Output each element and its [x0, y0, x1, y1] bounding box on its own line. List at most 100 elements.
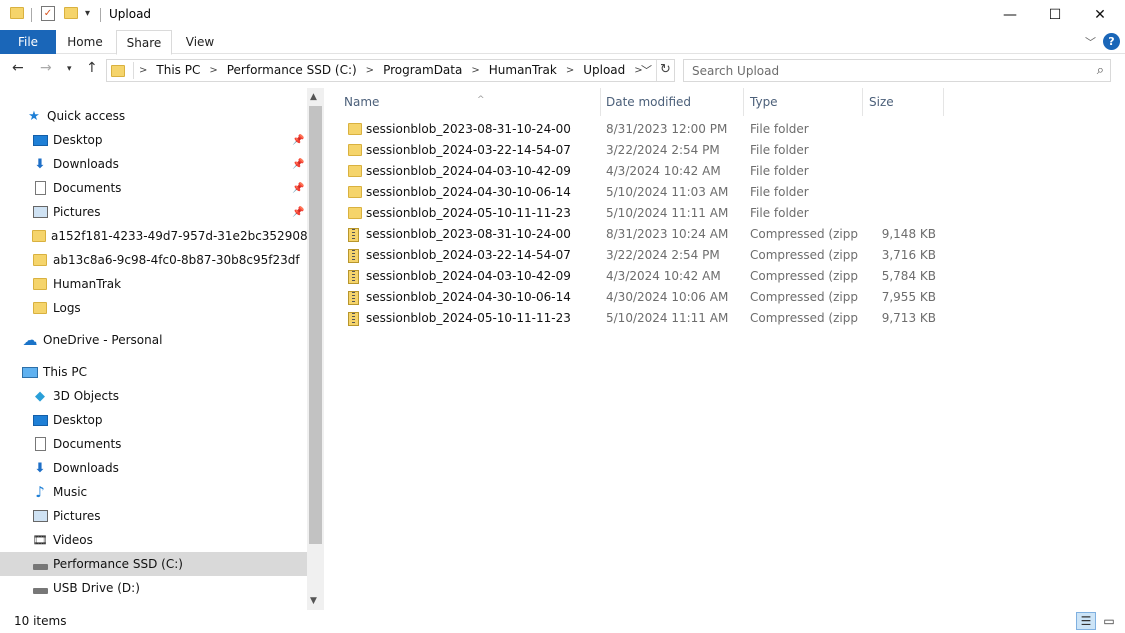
sidebar-item-downloads[interactable]: ⬇ Downloads 📌 [0, 152, 307, 176]
folder-icon [348, 186, 362, 198]
file-row[interactable]: sessionblob_2023-08-31-10-24-00 8/31/2023… [344, 224, 1124, 245]
search-input[interactable]: Search Upload ⌕ [683, 59, 1111, 82]
sidebar-item-videos[interactable]: 🎞 Videos [0, 528, 307, 552]
column-header-name[interactable]: Name ^ [338, 88, 601, 116]
sidebar-item-downloads-pc[interactable]: ⬇ Downloads [0, 456, 307, 480]
sidebar-item-usb-drive[interactable]: USB Drive (D:) [0, 576, 307, 600]
file-row[interactable]: sessionblob_2023-08-31-10-24-00 8/31/2023… [344, 119, 1124, 140]
chevron-right-icon[interactable]: > [209, 65, 217, 76]
cube-icon: ◆ [35, 388, 45, 404]
expand-ribbon-icon[interactable]: ﹀ [1085, 34, 1096, 50]
close-button[interactable]: ✕ [1077, 0, 1123, 30]
sidebar-item-folder-ab13[interactable]: ab13c8a6-9c98-4fc0-8b87-30b8c95f23df [0, 248, 307, 272]
forward-arrow-icon[interactable]: → [40, 60, 52, 76]
sidebar-item-label: ab13c8a6-9c98-4fc0-8b87-30b8c95f23df [53, 253, 300, 267]
file-name: sessionblob_2023-08-31-10-24-00 [366, 122, 571, 136]
file-row[interactable]: sessionblob_2024-05-10-11-11-23 5/10/2024… [344, 308, 1124, 329]
column-header-size[interactable]: Size [863, 88, 944, 116]
file-row[interactable]: sessionblob_2024-04-03-10-42-09 4/3/2024 … [344, 266, 1124, 287]
chevron-right-icon[interactable]: > [471, 65, 479, 76]
help-icon[interactable]: ? [1103, 33, 1120, 50]
film-icon: 🎞 [32, 533, 48, 547]
back-arrow-icon[interactable]: ← [12, 60, 24, 76]
sidebar-item-humantrak[interactable]: HumanTrak [0, 272, 307, 296]
file-row[interactable]: sessionblob_2024-04-03-10-42-09 4/3/2024 … [344, 161, 1124, 182]
star-icon: ★ [28, 108, 40, 124]
scrollbar-thumb[interactable] [309, 106, 322, 544]
pin-icon[interactable]: 📌 [292, 135, 304, 146]
maximize-button[interactable]: ☐ [1032, 0, 1078, 30]
chevron-right-icon[interactable]: > [366, 65, 374, 76]
file-name: sessionblob_2024-03-22-14-54-07 [366, 248, 571, 262]
tab-view[interactable]: View [172, 30, 228, 54]
chevron-down-icon[interactable]: ﹀ [641, 62, 652, 78]
refresh-icon[interactable]: ↻ [656, 60, 674, 81]
search-icon[interactable]: ⌕ [1097, 63, 1104, 78]
breadcrumb-upload[interactable]: Upload [583, 63, 625, 77]
sidebar-item-label: USB Drive (D:) [53, 581, 140, 595]
column-header-date[interactable]: Date modified [600, 88, 744, 116]
tab-home[interactable]: Home [56, 30, 114, 54]
file-type: File folder [750, 185, 809, 199]
tab-share[interactable]: Share [116, 30, 172, 55]
picture-icon [32, 509, 48, 523]
chevron-right-icon[interactable]: > [566, 65, 574, 76]
sidebar-item-label: OneDrive - Personal [43, 333, 163, 347]
file-name: sessionblob_2024-04-30-10-06-14 [366, 185, 571, 199]
tab-file[interactable]: File [0, 30, 56, 54]
file-date-modified: 8/31/2023 10:24 AM [606, 227, 729, 241]
large-icons-view-button[interactable]: ▭ [1099, 612, 1119, 630]
new-folder-icon[interactable] [64, 7, 78, 19]
address-bar[interactable]: > This PC > Performance SSD (C:) > Progr… [106, 59, 675, 82]
file-row[interactable]: sessionblob_2024-04-30-10-06-14 5/10/2024… [344, 182, 1124, 203]
file-row[interactable]: sessionblob_2024-05-10-11-11-23 5/10/2024… [344, 203, 1124, 224]
properties-icon[interactable]: ✓ [41, 6, 55, 21]
recent-locations-icon[interactable]: ▾ [67, 64, 72, 74]
pin-icon[interactable]: 📌 [292, 183, 304, 194]
file-row[interactable]: sessionblob_2024-04-30-10-06-14 4/30/2024… [344, 287, 1124, 308]
sidebar-item-desktop-pc[interactable]: Desktop [0, 408, 307, 432]
breadcrumb-programdata[interactable]: ProgramData [383, 63, 462, 77]
scroll-down-icon[interactable]: ▼ [310, 596, 317, 606]
sidebar-item-pictures-pc[interactable]: Pictures [0, 504, 307, 528]
sidebar-item-folder-a152[interactable]: a152f181-4233-49d7-957d-31e2bc352908 [0, 224, 308, 248]
file-row[interactable]: sessionblob_2024-03-22-14-54-07 3/22/2024… [344, 245, 1124, 266]
minimize-button[interactable]: — [987, 0, 1033, 30]
up-arrow-icon[interactable]: ↑ [86, 60, 98, 76]
sidebar-item-pictures[interactable]: Pictures 📌 [0, 200, 307, 224]
sidebar-item-logs[interactable]: Logs [0, 296, 307, 320]
folder-icon [32, 253, 48, 267]
sidebar-item-this-pc[interactable]: This PC [0, 360, 307, 384]
status-bar: 10 items ☰ ▭ [0, 610, 1125, 633]
breadcrumb-humantrak[interactable]: HumanTrak [489, 63, 557, 77]
details-view-button[interactable]: ☰ [1076, 612, 1096, 630]
customize-toolbar-icon[interactable]: ▾ [85, 8, 90, 19]
sidebar-item-music[interactable]: ♪ Music [0, 480, 307, 504]
sidebar-item-onedrive[interactable]: ☁ OneDrive - Personal [0, 328, 307, 352]
quick-access[interactable]: ★ Quick access [0, 104, 307, 128]
navigation-row: ← → ▾ ↑ > This PC > Performance SSD (C:)… [0, 56, 1125, 86]
scroll-up-icon[interactable]: ▲ [310, 92, 317, 102]
title-bar: ✓ ▾ Upload — ☐ ✕ [0, 0, 1125, 30]
sidebar-item-documents-pc[interactable]: Documents [0, 432, 307, 456]
file-date-modified: 4/30/2024 10:06 AM [606, 290, 729, 304]
zip-file-icon [348, 270, 359, 284]
pin-icon[interactable]: 📌 [292, 207, 304, 218]
file-name: sessionblob_2023-08-31-10-24-00 [366, 227, 571, 241]
column-header-type[interactable]: Type [744, 88, 863, 116]
file-type: Compressed (zipp... [750, 269, 858, 283]
file-row[interactable]: sessionblob_2024-03-22-14-54-07 3/22/2024… [344, 140, 1124, 161]
chevron-right-icon[interactable]: > [139, 65, 147, 76]
sidebar-item-desktop[interactable]: Desktop 📌 [0, 128, 307, 152]
sidebar-item-performance-ssd[interactable]: Performance SSD (C:) [0, 552, 307, 576]
breadcrumb-drive[interactable]: Performance SSD (C:) [227, 63, 357, 77]
folder-icon [32, 301, 48, 315]
folder-icon[interactable] [10, 7, 24, 19]
folder-icon [111, 65, 125, 77]
pin-icon[interactable]: 📌 [292, 159, 304, 170]
sidebar-item-3d-objects[interactable]: ◆ 3D Objects [0, 384, 307, 408]
sidebar-item-documents[interactable]: Documents 📌 [0, 176, 307, 200]
music-icon: ♪ [35, 483, 45, 501]
breadcrumb-this-pc[interactable]: This PC [156, 63, 200, 77]
nav-scrollbar[interactable]: ▲ ▼ [307, 88, 324, 610]
